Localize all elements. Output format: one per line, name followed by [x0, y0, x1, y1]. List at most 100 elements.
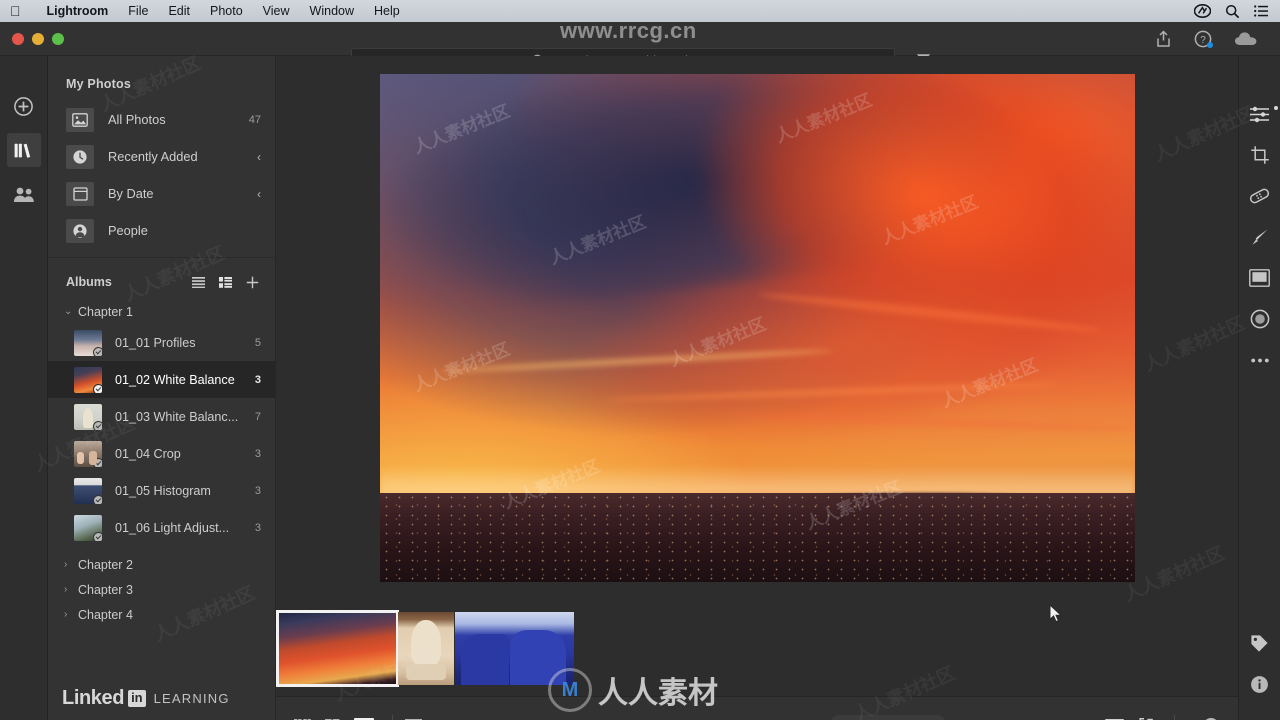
right-tool-keywords[interactable]	[1243, 623, 1277, 663]
menu-item-photo[interactable]: Photo	[200, 4, 253, 18]
right-tool-info[interactable]	[1243, 664, 1277, 704]
album-thumbnail	[74, 477, 102, 504]
album-item-selected[interactable]: 01_02 White Balance 3	[48, 361, 275, 398]
filmstrip-thumbnail-selected[interactable]	[276, 609, 399, 687]
help-icon[interactable]: ?	[1194, 30, 1213, 48]
tree-chapter-2[interactable]: › Chapter 2	[48, 552, 275, 577]
zoom-button[interactable]	[52, 32, 64, 45]
sidebar-item-by-date[interactable]: By Date ‹	[48, 175, 275, 212]
menu-item-help[interactable]: Help	[364, 4, 410, 18]
album-item[interactable]: 01_05 Histogram 3	[48, 472, 275, 509]
tree-chapter-4[interactable]: › Chapter 4	[48, 602, 275, 627]
album-label: 01_01 Profiles	[115, 335, 196, 350]
minimize-button[interactable]	[32, 32, 44, 45]
active-panel-indicator-dot	[1274, 106, 1278, 110]
macos-menubar:  Lightroom File Edit Photo View Window …	[0, 0, 1280, 22]
menu-item-file[interactable]: File	[118, 4, 158, 18]
chevron-left-icon[interactable]: ‹	[257, 150, 261, 164]
sidebar-item-add-photos[interactable]	[7, 89, 41, 123]
crop-icon	[1250, 145, 1270, 165]
linkedin-in-badge: in	[128, 690, 146, 707]
sync-check-badge	[93, 346, 102, 356]
window-traffic-lights[interactable]	[0, 32, 70, 45]
share-icon[interactable]	[1155, 30, 1172, 48]
tag-icon	[1250, 634, 1269, 653]
add-album-icon[interactable]	[246, 276, 259, 289]
sidebar-item-people[interactable]: People	[48, 212, 275, 249]
grid-view-icon[interactable]	[219, 276, 232, 288]
album-count: 5	[254, 336, 261, 349]
album-count: 7	[254, 410, 261, 423]
svg-text:?: ?	[1200, 35, 1206, 46]
album-item[interactable]: 01_04 Crop 3	[48, 435, 275, 472]
menu-item-window[interactable]: Window	[300, 4, 364, 18]
sliders-icon	[1249, 106, 1270, 123]
chevron-right-icon[interactable]: ›	[64, 584, 78, 595]
right-tool-linear-gradient[interactable]	[1243, 258, 1277, 298]
photo-city-foreground	[379, 493, 1135, 582]
sidebar-item-label: By Date	[108, 186, 154, 201]
chevron-left-icon[interactable]: ‹	[257, 187, 261, 201]
main-content-area: 人人素材社区 人人素材社区 人人素材社区 人人素材社区 人人素材社区 人人素材社…	[276, 56, 1238, 720]
photo-icon	[66, 107, 94, 132]
spotlight-search-icon[interactable]	[1225, 4, 1240, 19]
chevron-down-icon[interactable]: ⌄	[64, 306, 78, 317]
chevron-right-icon[interactable]: ›	[64, 609, 78, 620]
paintbrush-icon	[1250, 227, 1270, 247]
chapter-label: Chapter 4	[78, 607, 133, 622]
album-thumbnail	[74, 514, 102, 541]
main-photo[interactable]: 人人素材社区 人人素材社区 人人素材社区 人人素材社区 人人素材社区 人人素材社…	[379, 74, 1135, 582]
app-window-body: ? Search 01_02 White Balance	[0, 22, 1280, 720]
left-sidebar-panel: My Photos All Photos 47 Recently Added ‹	[48, 56, 276, 720]
album-label: 01_06 Light Adjust...	[115, 520, 230, 535]
creative-cloud-icon[interactable]	[1194, 4, 1211, 18]
toolbar-divider	[1174, 714, 1175, 720]
filmstrip	[276, 600, 1238, 696]
right-tool-edit[interactable]	[1243, 94, 1277, 134]
filmstrip-thumbnail[interactable]	[455, 611, 574, 685]
list-view-icon[interactable]	[192, 276, 205, 288]
album-count: 3	[254, 447, 261, 460]
album-thumbnail	[74, 403, 102, 430]
filmstrip-thumbnail[interactable]	[398, 611, 454, 685]
info-icon[interactable]	[1202, 717, 1220, 720]
sidebar-item-count: 47	[248, 113, 261, 126]
close-button[interactable]	[12, 32, 24, 45]
person-icon	[66, 218, 94, 243]
ellipsis-icon	[1250, 358, 1269, 363]
linkedin-word: Linked	[62, 687, 125, 709]
tree-chapter-3[interactable]: › Chapter 3	[48, 577, 275, 602]
sync-check-badge	[93, 494, 102, 504]
right-tool-radial-gradient[interactable]	[1243, 299, 1277, 339]
album-item[interactable]: 01_01 Profiles 5	[48, 324, 275, 361]
right-tool-rail	[1238, 56, 1280, 720]
photo-city-lights	[379, 493, 1135, 582]
right-tool-brush[interactable]	[1243, 217, 1277, 257]
sidebar-item-all-photos[interactable]: All Photos 47	[48, 101, 275, 138]
right-tool-crop[interactable]	[1243, 135, 1277, 175]
albums-title: Albums	[66, 275, 112, 289]
cloud-sync-icon[interactable]	[1234, 31, 1258, 47]
chevron-right-icon[interactable]: ›	[64, 559, 78, 570]
album-item[interactable]: 01_03 White Balanc... 7	[48, 398, 275, 435]
right-tool-more[interactable]	[1243, 340, 1277, 380]
sidebar-item-recently-added[interactable]: Recently Added ‹	[48, 138, 275, 175]
control-center-list-icon[interactable]	[1254, 5, 1268, 17]
tree-chapter-1[interactable]: ⌄ Chapter 1	[48, 299, 275, 324]
menu-item-edit[interactable]: Edit	[158, 4, 200, 18]
menu-item-view[interactable]: View	[253, 4, 300, 18]
sync-check-badge	[93, 420, 102, 430]
sidebar-item-library[interactable]	[6, 133, 41, 167]
album-item[interactable]: 01_06 Light Adjust... 3	[48, 509, 275, 546]
album-label: 01_03 White Balanc...	[115, 409, 239, 424]
album-thumbnail	[74, 366, 102, 393]
apple-logo-icon[interactable]: 	[10, 4, 21, 18]
menu-item-lightroom[interactable]: Lightroom	[37, 4, 119, 18]
right-tool-healing[interactable]	[1243, 176, 1277, 216]
sidebar-item-people[interactable]	[7, 177, 41, 211]
plus-circle-icon	[13, 96, 34, 117]
album-count: 3	[254, 521, 261, 534]
album-label: 01_04 Crop	[115, 446, 181, 461]
star-rating-control[interactable]: ★ ★ ★ ★ ★	[829, 715, 948, 720]
sidebar-item-label: All Photos	[108, 112, 166, 127]
